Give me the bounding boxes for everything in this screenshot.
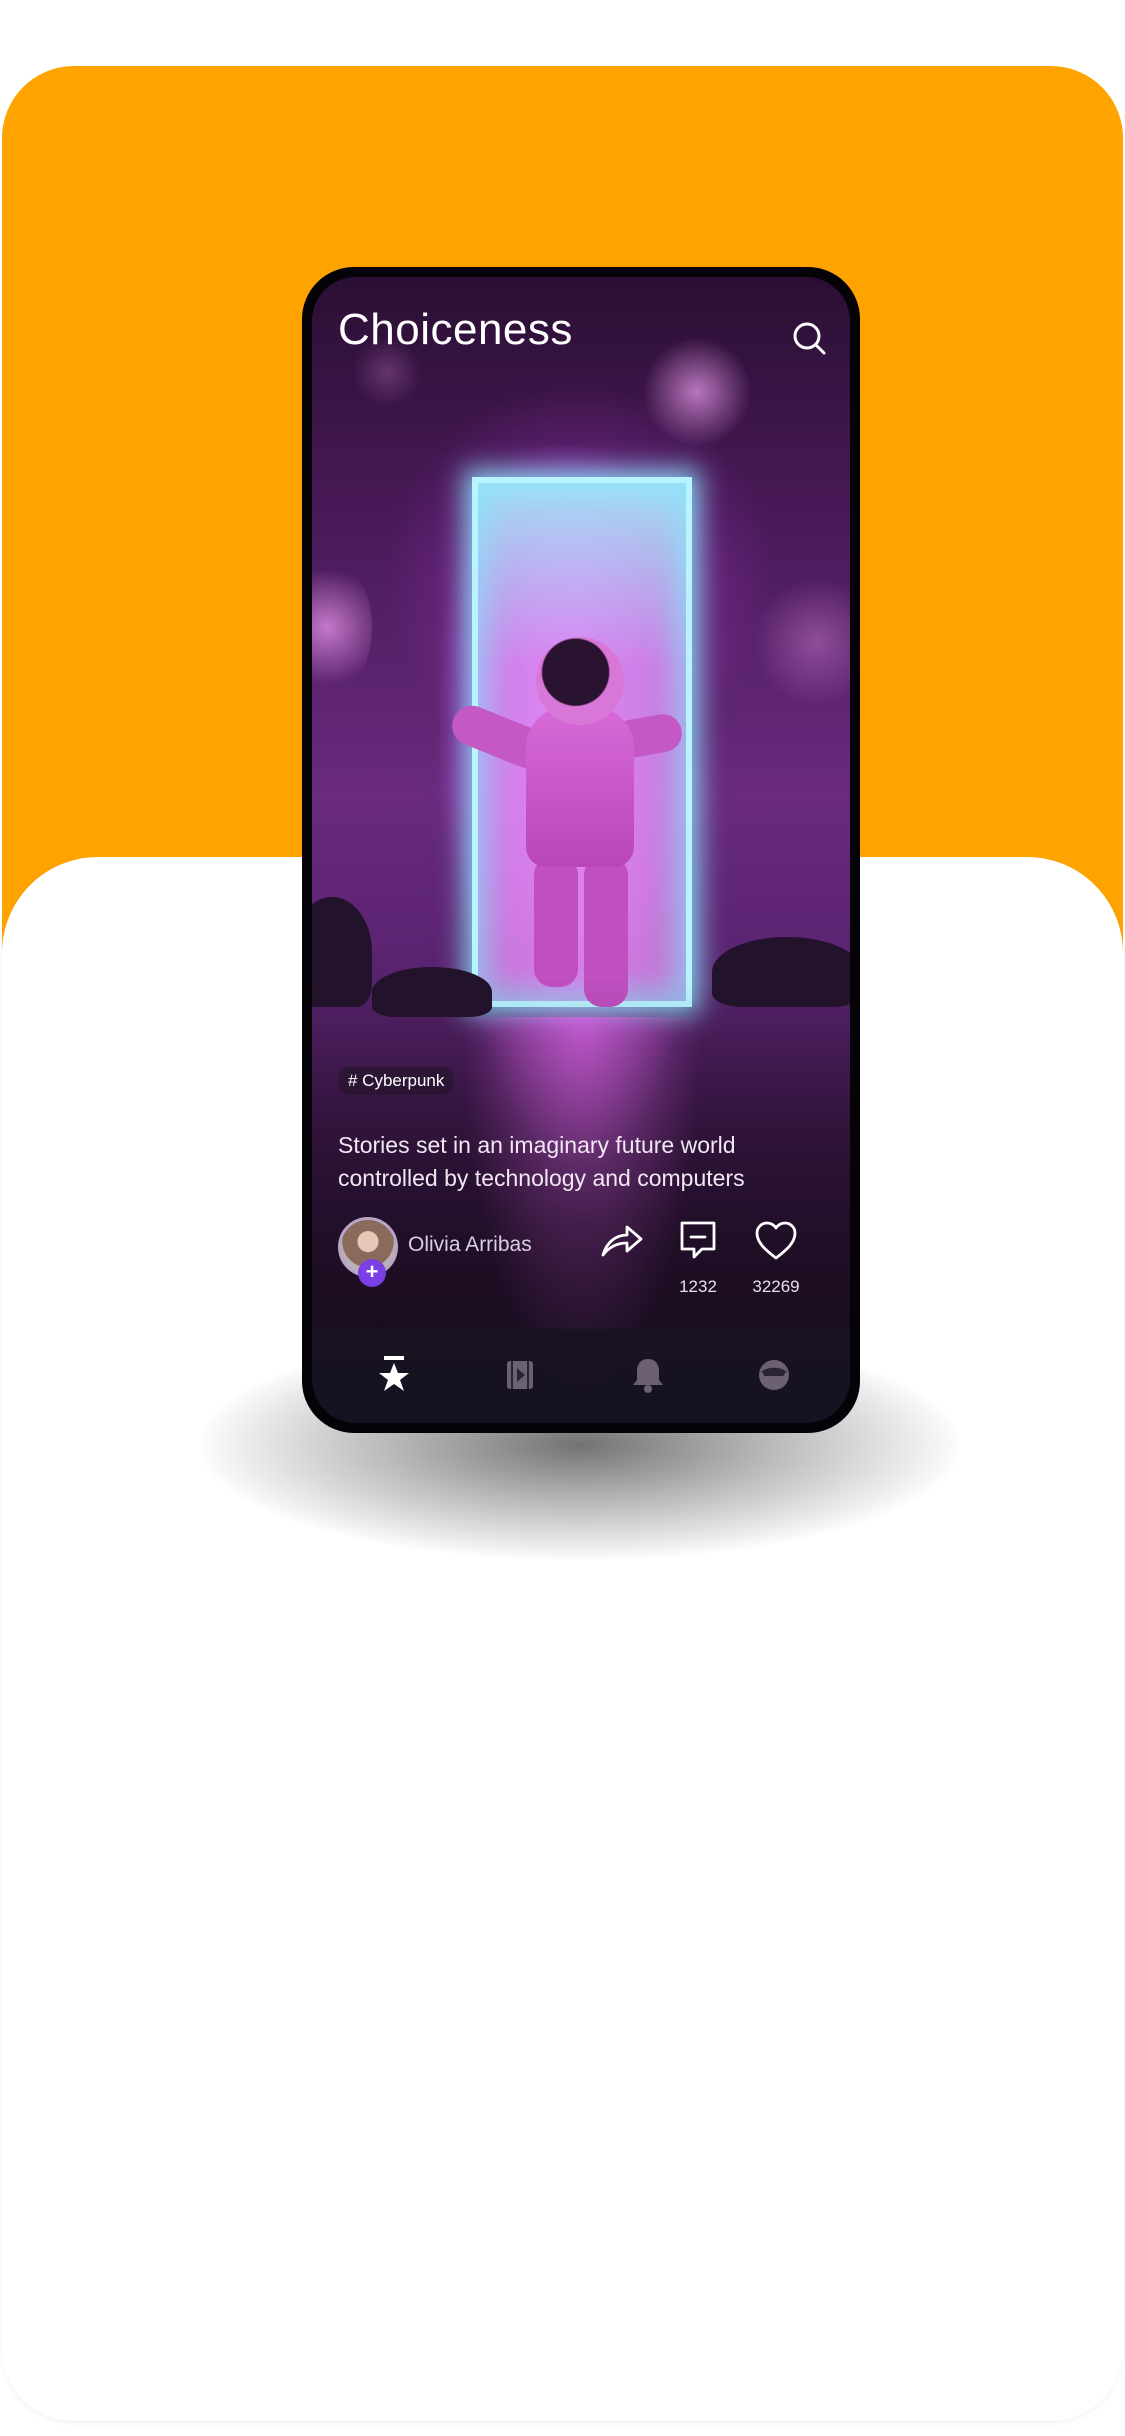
tab-videos[interactable] — [498, 1353, 542, 1397]
comment-icon[interactable] — [674, 1217, 722, 1265]
phone-screen: Choiceness # Cyberpunk Stories set in an… — [312, 277, 850, 1423]
comment-count: 1232 — [679, 1277, 717, 1296]
page-title: Choiceness — [338, 305, 573, 354]
tab-choiceness[interactable] — [372, 1353, 416, 1397]
like-count: 32269 — [752, 1277, 800, 1296]
phone-frame: Choiceness # Cyberpunk Stories set in an… — [302, 267, 860, 1433]
bell-icon — [633, 1359, 663, 1393]
tab-notifications[interactable] — [626, 1353, 670, 1397]
tab-profile[interactable] — [752, 1353, 796, 1397]
author-name[interactable]: Olivia Arribas — [408, 1233, 532, 1257]
topic-tag[interactable]: # Cyberpunk — [338, 1067, 455, 1095]
video-icon — [507, 1361, 533, 1389]
heart-icon[interactable] — [752, 1217, 800, 1265]
share-icon[interactable] — [597, 1217, 645, 1265]
canvas: Choiceness # Cyberpunk Stories set in an… — [0, 0, 1125, 2436]
post-description: Stories set in an imaginary future world… — [338, 1132, 745, 1191]
star-icon — [379, 1356, 409, 1391]
tab-bar — [312, 1329, 850, 1423]
profile-icon — [759, 1360, 789, 1390]
plus-icon[interactable]: + — [358, 1259, 386, 1287]
search-icon[interactable] — [790, 319, 830, 359]
